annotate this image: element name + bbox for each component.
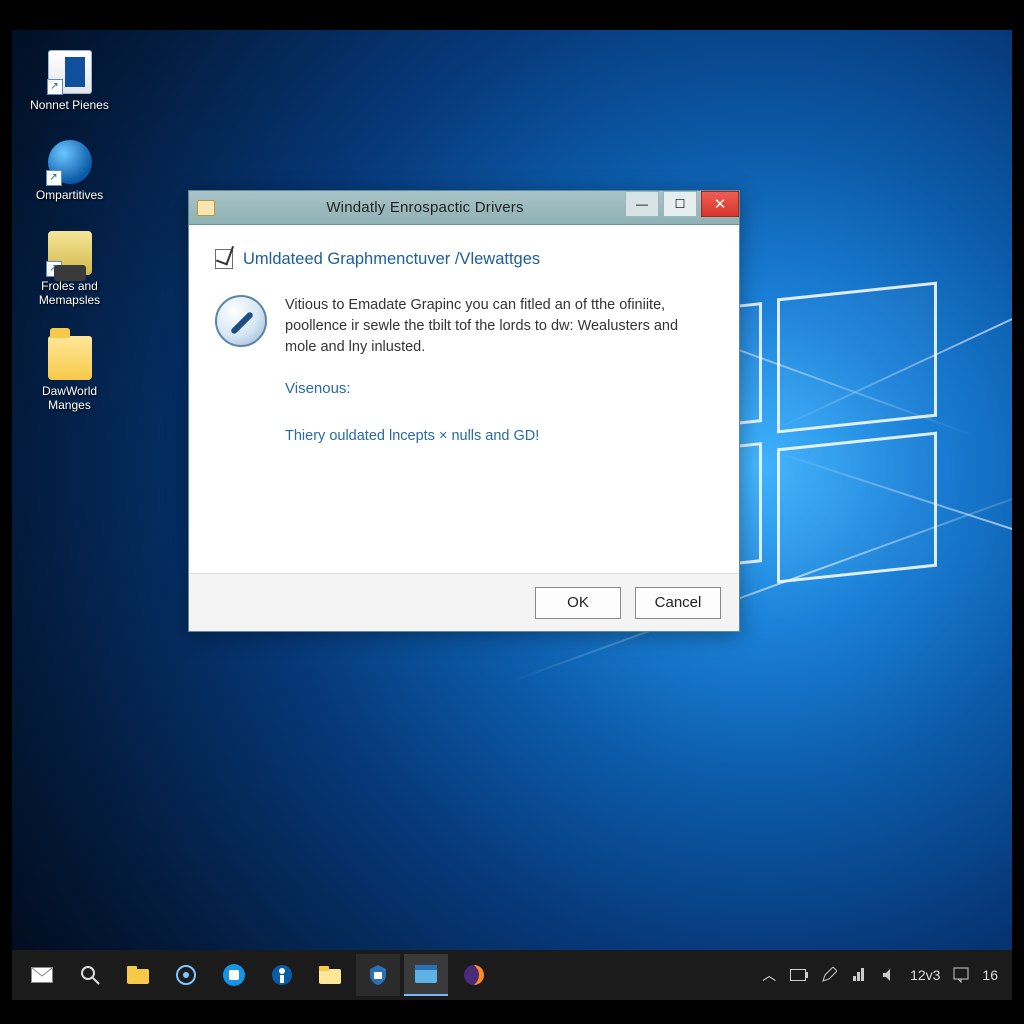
app-folder-icon [197, 200, 215, 216]
dialog-titlebar[interactable]: Windatly Enrospactic Drivers — ☐ ✕ [189, 191, 739, 225]
dialog-content: Vitious to Emadate Grapinc you can fitle… [215, 295, 713, 467]
compass-icon [215, 295, 267, 347]
dialog-title: Windatly Enrospactic Drivers [225, 199, 625, 216]
dialog-body-text: Vitious to Emadate Grapinc you can fitle… [285, 295, 713, 358]
dialog-subheading: Visenous: [285, 378, 713, 400]
desktop-icon-froles[interactable]: ↗ Froles and Memapsles [22, 231, 117, 308]
window-controls: — ☐ ✕ [625, 191, 739, 217]
dialog-window: Windatly Enrospactic Drivers — ☐ ✕ Umlda… [188, 190, 740, 632]
maximize-button[interactable]: ☐ [663, 191, 697, 217]
window-app-icon [413, 961, 439, 987]
desktop-icon-label: Ompartitives [22, 188, 117, 202]
store-icon [221, 962, 247, 988]
shortcut-badge-icon: ↗ [47, 79, 63, 95]
taskbar-firefox[interactable] [452, 954, 496, 996]
desktop-icon-nonnet[interactable]: ↗ Nonnet Pienes [22, 50, 117, 112]
mail-icon [29, 962, 55, 988]
tray-clock[interactable]: 12v3 [910, 967, 940, 983]
ok-button[interactable]: OK [535, 587, 621, 619]
taskbar-app-3[interactable] [212, 954, 256, 996]
firefox-icon [461, 962, 487, 988]
dialog-heading-text: Umldateed Graphmenctuver /Vlewattges [243, 250, 540, 269]
minimize-button[interactable]: — [625, 191, 659, 217]
taskbar-left [20, 954, 496, 996]
tray-battery-icon[interactable] [790, 966, 808, 984]
desktop-icon-dawworld[interactable]: DawWorld Manges [22, 336, 117, 413]
desktop-icon-label: Froles and Memapsles [22, 279, 117, 308]
taskbar-active-app[interactable] [404, 954, 448, 996]
dialog-body: Umldateed Graphmenctuver /Vlewattges Vit… [189, 225, 739, 573]
printer-icon: ↗ [48, 231, 92, 275]
system-tray: ︿ 12v3 16 [760, 966, 1004, 984]
close-button[interactable]: ✕ [701, 191, 739, 217]
folder-app-icon [125, 962, 151, 988]
search-icon [77, 962, 103, 988]
tray-extra-label: 16 [982, 967, 998, 983]
desktop-icon-list: ↗ Nonnet Pienes ↗ Ompartitives ↗ Froles … [22, 50, 132, 440]
desktop-icon-ompartitives[interactable]: ↗ Ompartitives [22, 140, 117, 202]
taskbar-mail[interactable] [20, 954, 64, 996]
desktop-icon-label: DawWorld Manges [22, 384, 117, 413]
shield-app-icon [365, 962, 391, 988]
settings-gear-icon [173, 962, 199, 988]
folder-icon [48, 336, 92, 380]
taskbar-app-1[interactable] [116, 954, 160, 996]
taskbar-search[interactable] [68, 954, 112, 996]
document-icon: ↗ [48, 50, 92, 94]
checkbox-icon [215, 249, 233, 269]
shortcut-badge-icon: ↗ [46, 261, 62, 277]
file-explorer-icon [317, 962, 343, 988]
tray-network-icon[interactable] [850, 966, 868, 984]
desktop-screen: ↗ Nonnet Pienes ↗ Ompartitives ↗ Froles … [12, 30, 1012, 1000]
tray-notifications-icon[interactable] [952, 966, 970, 984]
taskbar-app-5[interactable] [356, 954, 400, 996]
tray-volume-icon[interactable] [880, 966, 898, 984]
taskbar-explorer[interactable] [308, 954, 352, 996]
dialog-detail-text: Thiery ouldated lncepts × nulls and GD! [285, 426, 713, 447]
tray-chevron-up-icon[interactable]: ︿ [760, 966, 778, 984]
dialog-footer: OK Cancel [189, 573, 739, 631]
cancel-button[interactable]: Cancel [635, 587, 721, 619]
taskbar: ︿ 12v3 16 [12, 950, 1012, 1000]
tray-pen-icon[interactable] [820, 966, 838, 984]
taskbar-app-2[interactable] [164, 954, 208, 996]
dialog-text: Vitious to Emadate Grapinc you can fitle… [285, 295, 713, 467]
dialog-heading: Umldateed Graphmenctuver /Vlewattges [215, 249, 713, 269]
shortcut-badge-icon: ↗ [46, 170, 62, 186]
assistant-icon [269, 962, 295, 988]
desktop-icon-label: Nonnet Pienes [22, 98, 117, 112]
globe-icon: ↗ [48, 140, 92, 184]
taskbar-app-4[interactable] [260, 954, 304, 996]
